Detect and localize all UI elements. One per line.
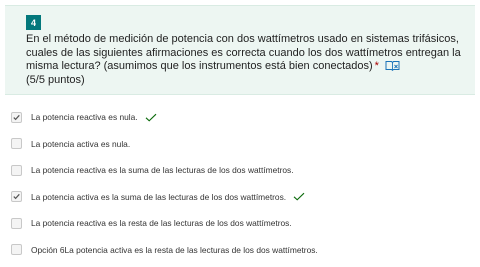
checkbox-unchecked[interactable]: [11, 164, 22, 176]
required-marker: *: [374, 60, 379, 72]
question-card: 4 En el método de medición de potencia c…: [5, 5, 475, 95]
option-3[interactable]: La potencia reactiva es la suma de las l…: [10, 163, 470, 177]
option-4[interactable]: La potencia activa es la suma de las lec…: [10, 190, 470, 204]
correct-checkmark-icon: [293, 192, 305, 201]
option-label: La potencia reactiva es nula.: [31, 112, 138, 122]
immersive-reader-icon[interactable]: [385, 60, 400, 71]
correct-checkmark-icon: [145, 113, 157, 122]
option-2[interactable]: La potencia activa es nula.: [10, 137, 470, 151]
checkbox-unchecked[interactable]: [11, 138, 22, 149]
option-label: Opción 6La potencia activa es la resta d…: [31, 244, 318, 255]
option-label: La potencia activa es la suma de las lec…: [31, 191, 287, 202]
checkbox-unchecked[interactable]: [11, 217, 22, 229]
checkbox-unchecked[interactable]: [11, 244, 22, 255]
quiz-page: 4 En el método de medición de potencia c…: [0, 0, 480, 267]
question-text-block: En el método de medición de potencia con…: [26, 33, 462, 87]
question-number-badge: 4: [26, 15, 41, 30]
option-1[interactable]: La potencia reactiva es nula.: [10, 110, 470, 124]
option-5[interactable]: La potencia reactiva es la resta de las …: [10, 216, 470, 230]
checkbox-checked[interactable]: [11, 111, 22, 123]
option-label: La potencia reactiva es la resta de las …: [31, 218, 292, 228]
checkbox-checked[interactable]: [11, 191, 22, 202]
answer-options-list: La potencia reactiva es nula. La potenci…: [10, 110, 470, 267]
option-label: La potencia activa es nula.: [31, 138, 131, 149]
option-label: La potencia reactiva es la suma de las l…: [31, 165, 294, 175]
question-points: (5/5 puntos): [26, 73, 85, 86]
option-6[interactable]: Opción 6La potencia activa es la resta d…: [10, 243, 470, 257]
